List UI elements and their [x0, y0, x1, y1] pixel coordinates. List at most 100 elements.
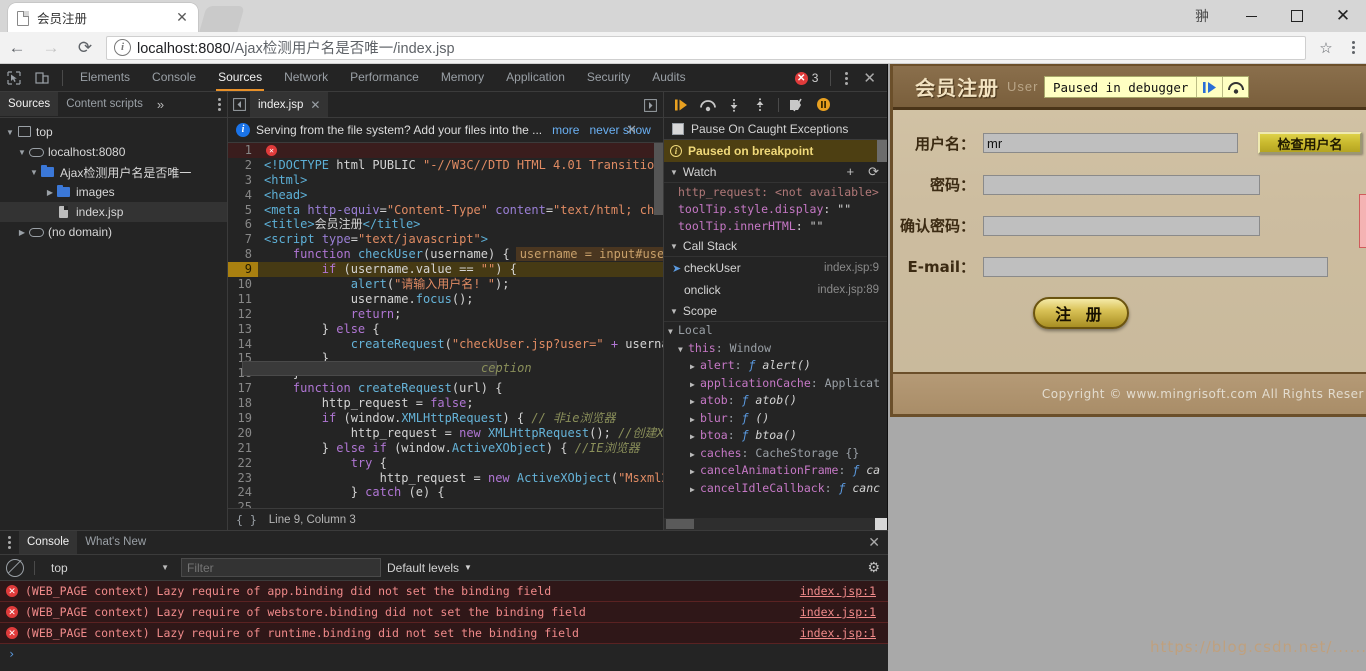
code-line[interactable]: 25: [228, 500, 663, 508]
devtools-tab-memory[interactable]: Memory: [430, 64, 495, 91]
code-line[interactable]: 2 <!DOCTYPE html PUBLIC "-//W3C//DTD HTML…: [228, 157, 663, 173]
step-out-icon[interactable]: [748, 93, 772, 117]
debugger-horizontal-scrollbar[interactable]: [664, 518, 887, 530]
drawer-close-icon[interactable]: ✕: [868, 534, 880, 551]
console-filter-input[interactable]: [181, 558, 381, 577]
navigator-overflow-icon[interactable]: »: [151, 97, 170, 112]
scope-property[interactable]: ▶ cancelAnimationFrame: ƒ ca: [664, 462, 887, 480]
username-input[interactable]: [983, 133, 1238, 153]
code-line[interactable]: 18 http_request = false;: [228, 396, 663, 412]
register-button[interactable]: 注 册: [1033, 297, 1129, 329]
chevron-right-icon[interactable]: ▶: [690, 463, 700, 480]
tree-item-index-jsp[interactable]: index.jsp: [0, 202, 227, 222]
bookmark-star-icon[interactable]: ☆: [1312, 32, 1340, 64]
ime-indicator[interactable]: 翀: [1176, 0, 1228, 32]
code-line-current[interactable]: 9 if (username.value == "") {: [228, 262, 663, 278]
tree-item-images[interactable]: ▶ images: [0, 182, 227, 202]
watch-item[interactable]: toolTip.innerHTML: "": [664, 218, 887, 235]
drawer-more-icon[interactable]: [0, 536, 19, 549]
devtools-tab-elements[interactable]: Elements: [69, 64, 141, 91]
code-line[interactable]: 23 http_request = new ActiveXObject("Msx…: [228, 470, 663, 486]
code-line[interactable]: 4 <head>: [228, 187, 663, 203]
back-icon[interactable]: ←: [0, 32, 34, 64]
call-stack-frame[interactable]: onclick index.jsp:89: [664, 279, 887, 301]
chevron-right-icon[interactable]: ▶: [690, 428, 700, 445]
devtools-tab-sources[interactable]: Sources: [207, 64, 273, 91]
console-error-row[interactable]: ✕ (WEB_PAGE context) Lazy require of web…: [0, 602, 888, 623]
scope-property[interactable]: ▶ btoa: ƒ btoa(): [664, 427, 887, 445]
drawer-tab-whats-new[interactable]: What's New: [77, 531, 154, 554]
navigator-tab-content-scripts[interactable]: Content scripts: [58, 92, 151, 117]
code-editor[interactable]: 1 ✕ 2 <!DOCTYPE html PUBLIC "-//W3C//DTD H…: [228, 143, 663, 508]
info-never-show-link[interactable]: never show: [589, 123, 650, 137]
refresh-watch-icon[interactable]: ⟳: [868, 164, 879, 180]
devtools-tab-performance[interactable]: Performance: [339, 64, 430, 91]
resume-script-icon[interactable]: [1196, 77, 1222, 97]
watch-item[interactable]: toolTip.style.display: "": [664, 201, 887, 218]
navigator-more-icon[interactable]: [218, 98, 221, 111]
navigator-tab-sources[interactable]: Sources: [0, 92, 59, 117]
add-watch-icon[interactable]: +: [847, 164, 855, 180]
info-more-link[interactable]: more: [552, 123, 579, 137]
call-stack-section-header[interactable]: ▼ Call Stack: [664, 236, 887, 257]
code-line[interactable]: 11 username.focus();: [228, 291, 663, 307]
pause-on-caught-checkbox[interactable]: [672, 122, 684, 135]
console-levels-select[interactable]: Default levels ▼: [387, 561, 472, 575]
code-line[interactable]: 17 function createRequest(url) {: [228, 381, 663, 397]
console-context-select[interactable]: top ▼: [45, 558, 175, 577]
twisty-icon[interactable]: ▼: [28, 168, 40, 177]
code-line[interactable]: 14 createRequest("checkUser.jsp?user=" +…: [228, 336, 663, 352]
device-toolbar-icon[interactable]: [28, 64, 56, 92]
step-into-icon[interactable]: [722, 93, 746, 117]
console-error-row[interactable]: ✕ (WEB_PAGE context) Lazy require of app…: [0, 581, 888, 602]
scope-property[interactable]: ▶ cancelIdleCallback: ƒ canc: [664, 480, 887, 498]
sidebar-scrollbar[interactable]: [877, 140, 887, 162]
code-line[interactable]: 5 <meta http-equiv="Content-Type" content…: [228, 202, 663, 218]
chevron-down-icon[interactable]: ▼: [678, 341, 688, 358]
devtools-close-icon[interactable]: ✕: [856, 69, 883, 87]
editor-tab-index-jsp[interactable]: index.jsp ✕: [250, 92, 329, 117]
gear-icon[interactable]: ⚙: [867, 559, 880, 576]
console-error-source[interactable]: index.jsp:1: [800, 605, 888, 619]
call-stack-frame[interactable]: ➤ checkUser index.jsp:9: [664, 257, 887, 279]
scope-property[interactable]: ▶ applicationCache: Applicat: [664, 375, 887, 393]
scope-section-header[interactable]: ▼ Scope: [664, 301, 887, 322]
chevron-right-icon[interactable]: ▶: [690, 358, 700, 375]
chevron-right-icon[interactable]: ▶: [690, 411, 700, 428]
chevron-right-icon[interactable]: ▶: [690, 446, 700, 463]
maximize-button[interactable]: [1274, 0, 1320, 32]
address-bar[interactable]: i localhost:8080/Ajax检测用户名是否唯一/index.jsp: [106, 35, 1306, 60]
password-input[interactable]: [983, 174, 1260, 195]
inspect-element-icon[interactable]: [0, 64, 28, 92]
devtools-tab-security[interactable]: Security: [576, 64, 641, 91]
devtools-tab-audits[interactable]: Audits: [641, 64, 696, 91]
code-line[interactable]: 12 return;: [228, 306, 663, 322]
minimize-button[interactable]: [1228, 0, 1274, 32]
console-error-source[interactable]: index.jsp:1: [800, 626, 888, 640]
watch-item[interactable]: http_request: <not available>: [664, 184, 887, 201]
close-window-button[interactable]: ✕: [1320, 0, 1366, 32]
chevron-right-icon[interactable]: ▶: [690, 393, 700, 410]
forward-icon[interactable]: →: [34, 32, 68, 64]
console-prompt[interactable]: ›: [0, 644, 888, 664]
reload-icon[interactable]: ⟳: [68, 32, 102, 64]
step-over-icon[interactable]: [1222, 77, 1248, 97]
scope-local-header[interactable]: ▼ Local: [664, 322, 887, 340]
pause-on-caught-exceptions-row[interactable]: Pause On Caught Exceptions: [664, 118, 887, 140]
show-navigator-icon[interactable]: [228, 92, 250, 118]
scope-property[interactable]: ▶ blur: ƒ (): [664, 410, 887, 428]
tree-item-no-domain[interactable]: ▶ (no domain): [0, 222, 227, 242]
devtools-tab-console[interactable]: Console: [141, 64, 207, 91]
twisty-icon[interactable]: ▼: [16, 148, 28, 157]
watch-section-header[interactable]: ▼ Watch + ⟳: [664, 162, 887, 183]
step-over-icon[interactable]: [696, 93, 720, 117]
code-line[interactable]: 8 function checkUser(username) {username…: [228, 247, 663, 263]
chevron-down-icon[interactable]: ▼: [670, 242, 678, 251]
code-line[interactable]: 10 alert("请输入用户名! ");: [228, 277, 663, 292]
show-debugger-icon[interactable]: [639, 92, 661, 118]
chevron-down-icon[interactable]: ▼: [670, 168, 678, 177]
email-input[interactable]: [983, 256, 1328, 277]
editor-tab-close-icon[interactable]: ✕: [310, 98, 320, 112]
devtools-tab-application[interactable]: Application: [495, 64, 576, 91]
info-close-icon[interactable]: ✕: [626, 122, 637, 138]
